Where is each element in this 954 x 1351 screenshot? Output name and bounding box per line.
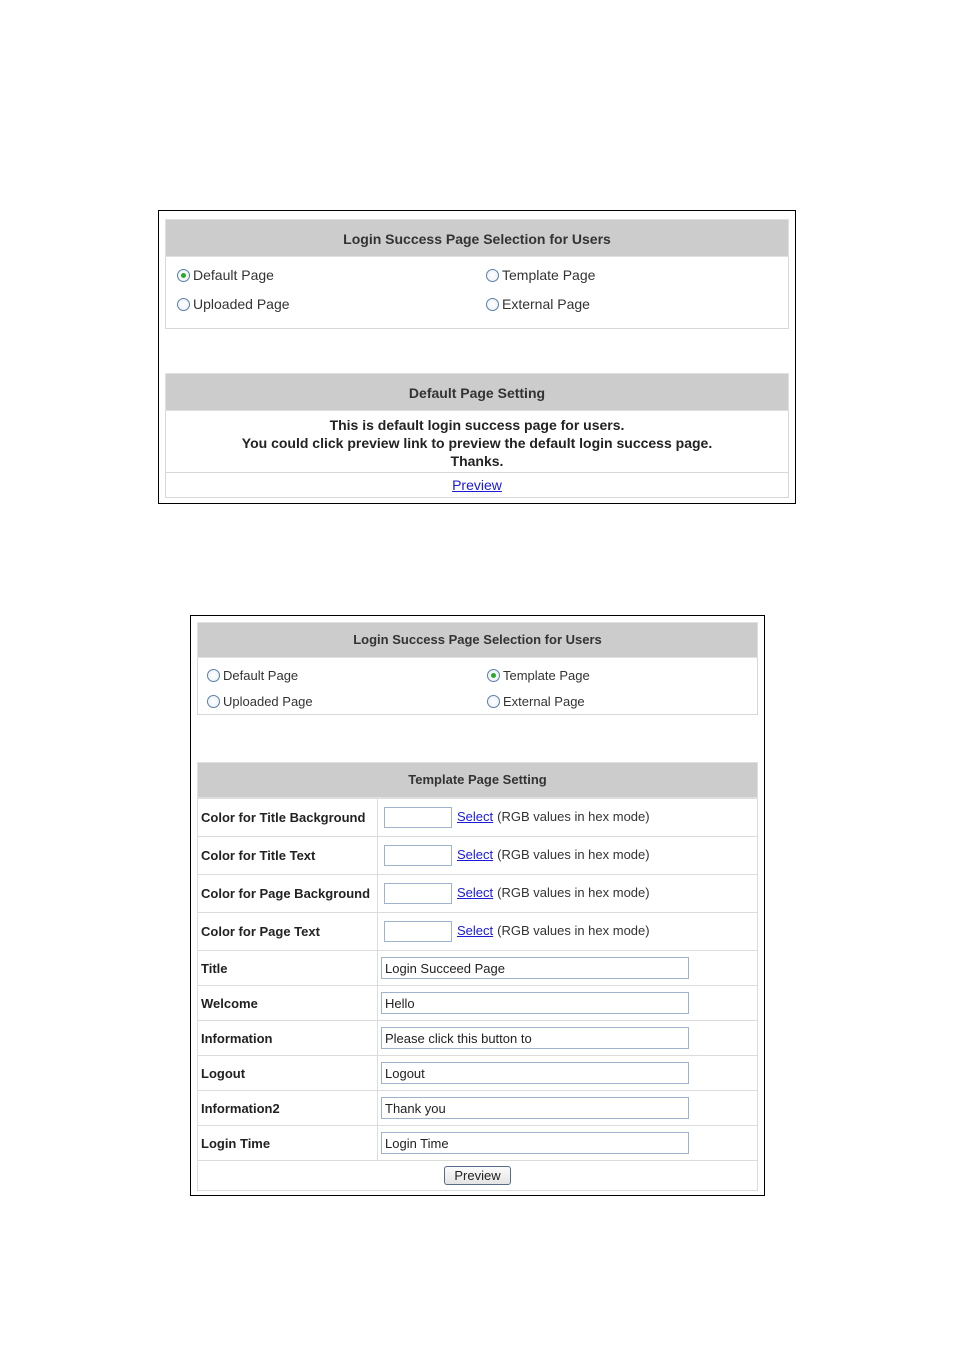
default-message: This is default login success page for u… [165,411,789,473]
selection-options: Default Page Template Page Uploaded Page… [165,257,789,329]
logout-input[interactable] [381,1062,689,1084]
text-row-title: Title [197,950,758,986]
row-label: Color for Page Text [197,912,378,951]
color-row-page-text: Color for Page Text Select (RGB values in… [197,912,758,951]
selection-header: Login Success Page Selection for Users [165,219,789,257]
text-row-logout: Logout [197,1055,758,1091]
option-label: Uploaded Page [193,296,290,312]
option-label: Template Page [502,267,596,283]
color-row-title-background: Color for Title Background Select (RGB va… [197,798,758,837]
hint-text: (RGB values in hex mode) [497,846,650,862]
row-label: Information [197,1020,378,1056]
color-row-page-background: Color for Page Background Select (RGB val… [197,874,758,913]
row-label: Information2 [197,1090,378,1126]
text-row-login-time: Login Time [197,1125,758,1161]
radio-unchecked-icon [486,269,499,282]
color-row-title-text: Color for Title Text Select (RGB values i… [197,836,758,875]
row-label: Title [197,950,378,986]
information2-input[interactable] [381,1097,689,1119]
hint-text: (RGB values in hex mode) [497,808,650,824]
selection-header: Login Success Page Selection for Users [197,622,758,658]
hint-text: (RGB values in hex mode) [497,922,650,938]
option-label: Default Page [223,668,299,683]
option-label: External Page [502,296,590,312]
option-label: Default Page [193,267,274,283]
row-label: Login Time [197,1125,378,1161]
radio-unchecked-icon [177,298,190,311]
message-line: Thanks. [450,453,504,469]
hint-text: (RGB values in hex mode) [497,884,650,900]
radio-unchecked-icon [487,695,500,708]
radio-unchecked-icon [207,669,220,682]
radio-uploaded-page[interactable]: Uploaded Page [207,694,313,709]
radio-default-page[interactable]: Default Page [177,267,274,283]
text-row-information2: Information2 [197,1090,758,1126]
row-label: Color for Page Background [197,874,378,913]
radio-default-page[interactable]: Default Page [207,668,298,683]
message-line: This is default login success page for u… [329,417,625,433]
radio-checked-icon [177,269,190,282]
preview-link[interactable]: Preview [452,477,502,493]
radio-external-page[interactable]: External Page [487,694,585,709]
selection-section: Login Success Page Selection for Users D… [165,219,789,329]
default-setting-section: Default Page Setting This is default log… [165,373,789,498]
message-line: You could click preview link to preview … [241,435,713,451]
radio-unchecked-icon [207,695,220,708]
row-label: Welcome [197,985,378,1021]
preview-row: Preview [165,473,789,498]
color-input[interactable] [384,883,452,904]
template-setting-section: Template Page Setting Color for Title Ba… [197,762,758,1191]
template-page-panel: Login Success Page Selection for Users D… [190,615,765,1196]
option-label: Template Page [503,668,590,683]
row-label: Color for Title Background [197,798,378,837]
setting-header: Default Page Setting [165,373,789,411]
radio-unchecked-icon [486,298,499,311]
template-settings-table: Color for Title Background Select (RGB va… [197,798,758,1191]
option-label: External Page [503,694,585,709]
radio-external-page[interactable]: External Page [486,296,590,312]
text-row-welcome: Welcome [197,985,758,1021]
setting-header: Template Page Setting [197,762,758,798]
radio-uploaded-page[interactable]: Uploaded Page [177,296,290,312]
row-label: Color for Title Text [197,836,378,875]
selection-section: Login Success Page Selection for Users D… [197,622,758,715]
radio-checked-icon [487,669,500,682]
select-color-link[interactable]: Select [457,923,493,938]
information-input[interactable] [381,1027,689,1049]
radio-template-page[interactable]: Template Page [486,267,595,283]
row-label: Logout [197,1055,378,1091]
preview-button[interactable]: Preview [444,1166,511,1185]
text-row-information: Information [197,1020,758,1056]
title-input[interactable] [381,957,689,979]
select-color-link[interactable]: Select [457,847,493,862]
color-input[interactable] [384,845,452,866]
color-input[interactable] [384,807,452,828]
color-input[interactable] [384,921,452,942]
select-color-link[interactable]: Select [457,809,493,824]
radio-template-page[interactable]: Template Page [487,668,590,683]
welcome-input[interactable] [381,992,689,1014]
default-page-panel: Login Success Page Selection for Users D… [158,210,796,504]
login-time-input[interactable] [381,1132,689,1154]
option-label: Uploaded Page [223,694,313,709]
selection-options: Default Page Template Page Uploaded Page… [197,658,758,715]
preview-row: Preview [197,1160,758,1191]
select-color-link[interactable]: Select [457,885,493,900]
